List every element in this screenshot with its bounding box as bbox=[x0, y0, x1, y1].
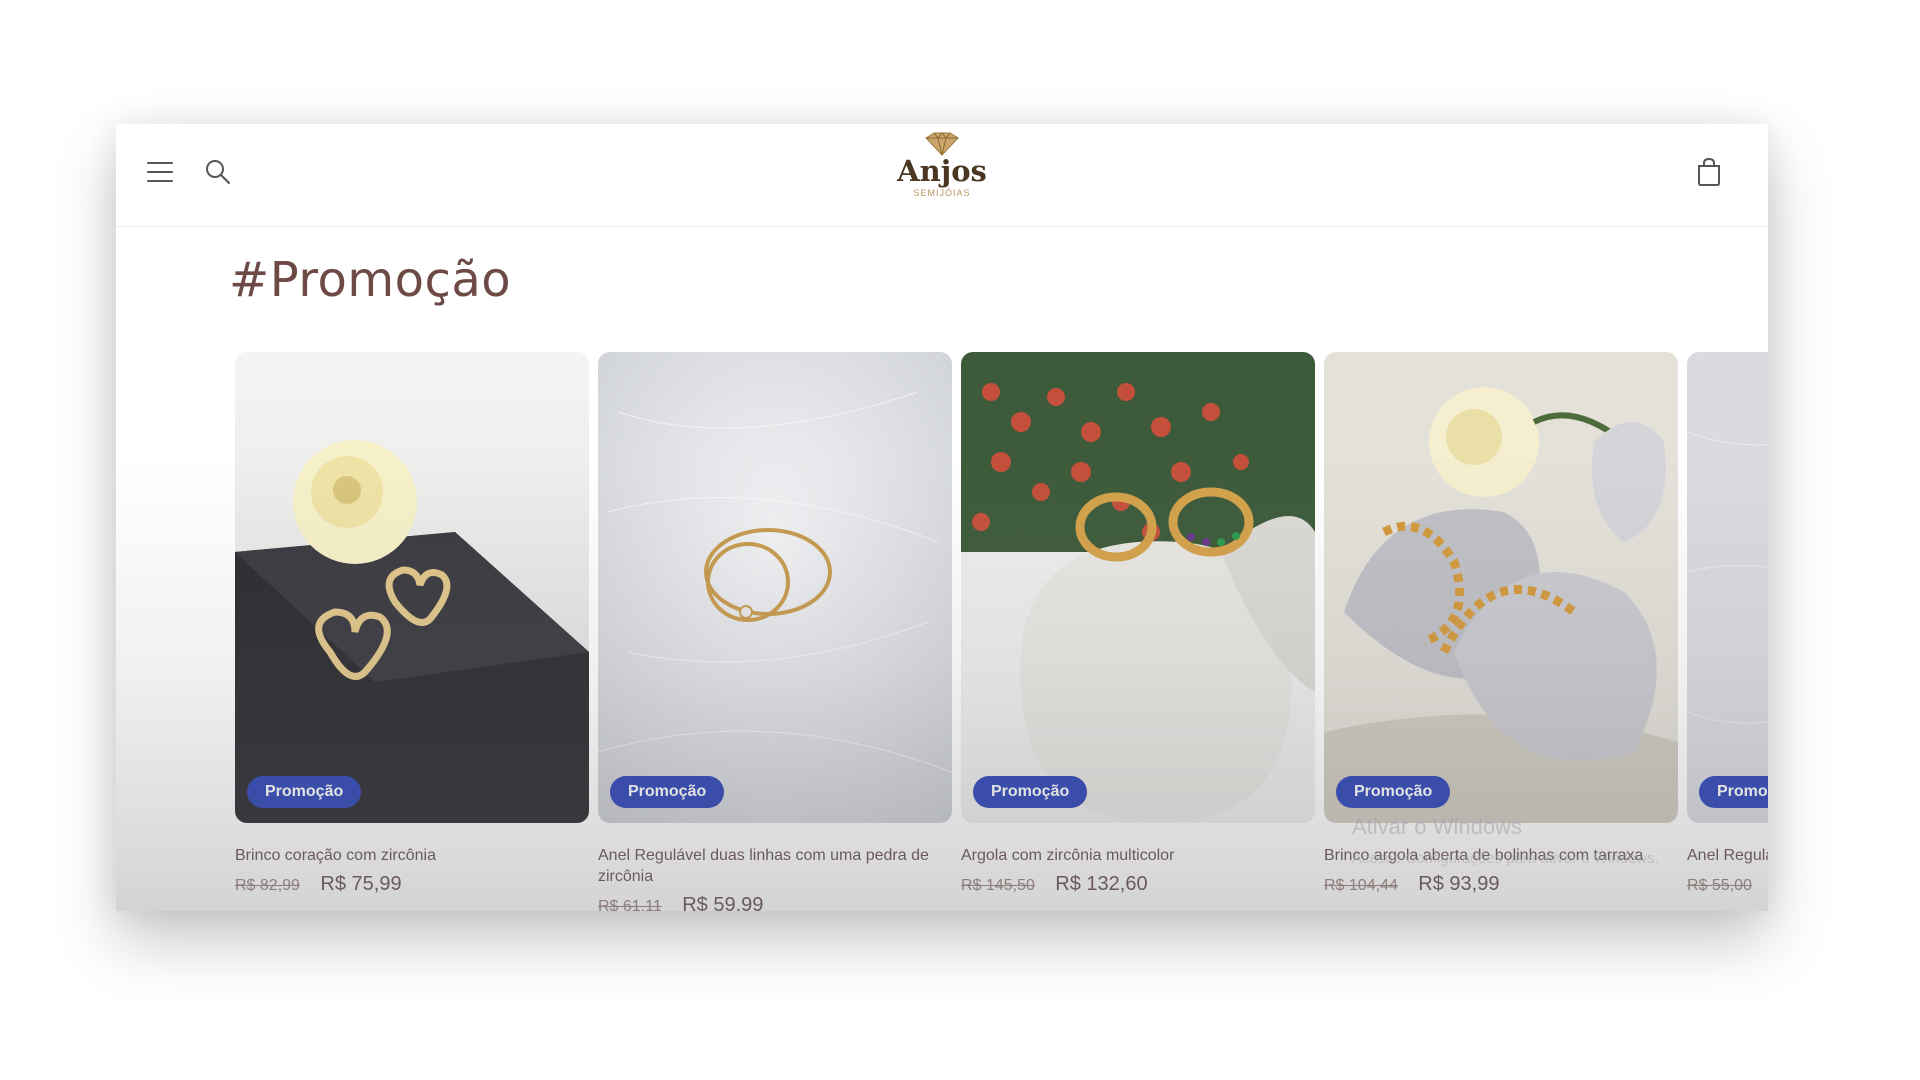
sale-price: R$ 75,99 bbox=[320, 873, 402, 895]
product-title[interactable]: Anel Regulável duas linhas com uma pedra… bbox=[598, 845, 952, 887]
browser-viewport: Anjos SEMIJÓIAS #Promoção Promoção Brinc… bbox=[116, 124, 1768, 911]
site-header: Anjos SEMIJÓIAS bbox=[116, 124, 1768, 227]
product-image[interactable]: Promoção bbox=[1324, 352, 1678, 823]
old-price: R$ 82,99 bbox=[235, 877, 300, 894]
product-image[interactable]: Promoção bbox=[961, 352, 1315, 823]
product-image[interactable]: Promoção bbox=[235, 352, 589, 823]
product-prices: R$ 55,00 bbox=[1687, 873, 1768, 896]
old-price: R$ 55,00 bbox=[1687, 877, 1752, 894]
product-title[interactable]: Brinco coração com zircônia bbox=[235, 845, 589, 866]
windows-activation-subtitle: Acesse Configurações para ativar o Windo… bbox=[1352, 850, 1659, 867]
sale-badge: Promoção bbox=[1699, 776, 1768, 808]
store-tagline: SEMIJÓIAS bbox=[913, 188, 971, 198]
product-title[interactable]: Anel Regulável bbox=[1687, 845, 1768, 866]
old-price: R$ 61,11 bbox=[598, 898, 662, 911]
sale-badge: Promoção bbox=[973, 776, 1088, 808]
sale-badge: Promoção bbox=[1336, 776, 1451, 808]
product-card[interactable]: Promoção Brinco coração com zircônia R$ … bbox=[235, 352, 589, 896]
product-image[interactable]: Promoção bbox=[598, 352, 952, 823]
sale-badge: Promoção bbox=[247, 776, 362, 808]
cart-icon[interactable] bbox=[1694, 156, 1724, 188]
search-icon[interactable] bbox=[204, 158, 232, 186]
windows-activation-title: Ativar o Windows bbox=[1352, 814, 1522, 839]
sale-price: R$ 132,60 bbox=[1055, 873, 1148, 895]
old-price: R$ 145,50 bbox=[961, 877, 1035, 894]
diamond-icon bbox=[925, 132, 959, 156]
product-card[interactable]: Promoção Anel Regulável R$ 55,00 bbox=[1687, 352, 1768, 896]
sale-badge: Promoção bbox=[610, 776, 725, 808]
old-price: R$ 104,44 bbox=[1324, 877, 1398, 894]
product-prices: R$ 104,44 R$ 93,99 bbox=[1324, 873, 1678, 896]
product-prices: R$ 61,11 R$ 59,99 bbox=[598, 894, 952, 911]
product-card[interactable]: Promoção Anel Regulável duas linhas com … bbox=[598, 352, 952, 911]
hamburger-icon[interactable] bbox=[146, 158, 174, 186]
product-prices: R$ 145,50 R$ 132,60 bbox=[961, 873, 1315, 896]
product-image[interactable]: Promoção bbox=[1687, 352, 1768, 823]
collection-title: #Promoção bbox=[229, 252, 512, 308]
product-prices: R$ 82,99 R$ 75,99 bbox=[235, 873, 589, 896]
product-title[interactable]: Argola com zircônia multicolor bbox=[961, 845, 1315, 866]
store-name: Anjos bbox=[897, 154, 987, 188]
store-logo[interactable]: Anjos SEMIJÓIAS bbox=[886, 132, 998, 222]
product-card[interactable]: Promoção Argola com zircônia multicolor … bbox=[961, 352, 1315, 896]
sale-price: R$ 93,99 bbox=[1418, 873, 1500, 895]
sale-price: R$ 59,99 bbox=[682, 894, 764, 911]
